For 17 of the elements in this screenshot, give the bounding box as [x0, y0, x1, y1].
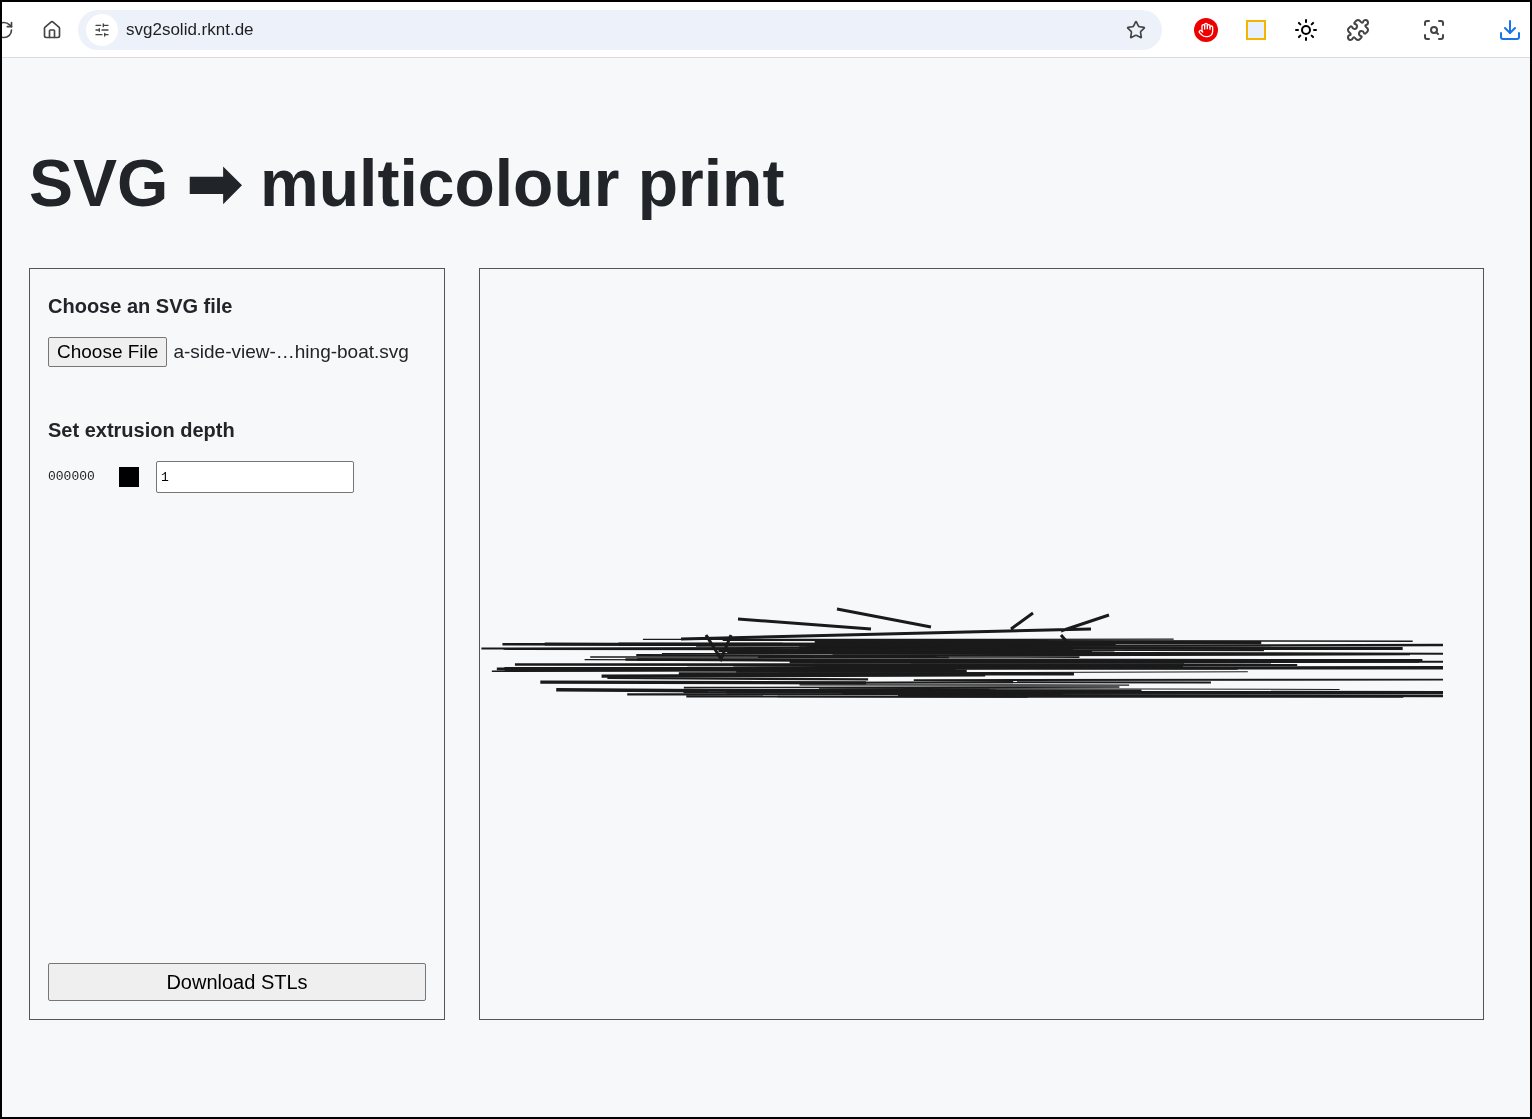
- choose-file-button[interactable]: Choose File: [48, 337, 168, 367]
- site-settings-icon[interactable]: [94, 21, 110, 38]
- colour-code: 000000: [48, 468, 96, 487]
- bookmark-star-icon[interactable]: [1126, 19, 1146, 40]
- section-heading: Choose an SVG file: [48, 294, 234, 319]
- extensions-icon[interactable]: [1346, 17, 1370, 42]
- file-name: a-side-view-…hing-boat.svg: [173, 339, 409, 364]
- download-stls-button[interactable]: Download STLs: [48, 963, 426, 1001]
- sun-icon[interactable]: [1294, 17, 1318, 42]
- stop-hand-icon[interactable]: [1194, 17, 1218, 42]
- depth-input[interactable]: 1: [156, 461, 354, 493]
- url-text: svg2solid.rknt.de: [126, 18, 254, 41]
- section-heading: Set extrusion depth: [48, 418, 236, 443]
- home-icon[interactable]: [42, 19, 62, 40]
- screen-search-icon[interactable]: [1422, 17, 1446, 42]
- download-icon[interactable]: [1498, 17, 1522, 42]
- address-bar[interactable]: svg2solid.rknt.de: [78, 9, 1162, 50]
